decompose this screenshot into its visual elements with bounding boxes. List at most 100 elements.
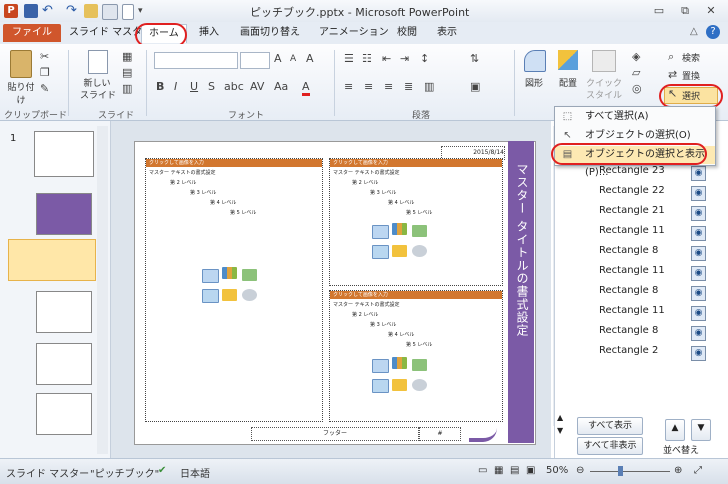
visibility-eye-icon[interactable]: ◉ [691,286,706,301]
text-direction-icon[interactable]: ⇅ [470,52,479,65]
media-icon[interactable] [242,289,257,301]
shape-effects-icon[interactable]: ◎ [632,82,642,95]
minimize-button[interactable]: ▭ [648,3,670,19]
zoom-slider-thumb[interactable] [618,466,623,476]
content-placeholder-right-top[interactable]: クリックして画像を入力 マスター テキストの書式設定 第 2 レベル 第 3 レ… [329,158,503,286]
print-preview-icon[interactable] [102,4,118,20]
slide-sorter-icon[interactable]: ▦ [494,465,503,476]
menu-item-select-all[interactable]: ⬚ すべて選択(A) [555,108,715,126]
cut-icon[interactable]: ✂ [40,50,49,63]
thumbnail-layout-3[interactable] [36,291,92,333]
clipart-icon[interactable] [392,379,407,391]
undo-icon[interactable]: ↶ [42,4,56,18]
quick-styles-button-line2[interactable]: スタイル [586,88,622,101]
chart-icon[interactable] [222,267,237,279]
font-color-icon[interactable]: A [302,80,310,96]
paste-button[interactable]: 貼り付け [4,80,38,106]
thumbnail-scrollbar[interactable] [97,126,108,454]
smartart-insert-icon[interactable] [242,269,257,281]
replace-button[interactable]: 置換 [682,69,712,82]
move-down-button[interactable]: ▼ [691,419,711,441]
picture-icon[interactable] [372,245,389,259]
bold-icon[interactable]: B [156,80,164,93]
thumbnail-master[interactable] [34,131,94,177]
layout-icon[interactable]: ▦ [122,50,132,63]
chart-icon[interactable] [392,223,407,235]
slide-number-placeholder[interactable]: # [419,427,461,441]
underline-icon[interactable]: U [190,80,198,93]
line-spacing-icon[interactable]: ↕ [420,52,429,65]
shadow-icon[interactable]: abc [224,80,244,93]
font-size-combo[interactable] [240,52,270,69]
move-up-button[interactable]: ▲ [665,419,685,441]
tab-animations[interactable]: アニメーション [312,24,396,42]
close-button[interactable]: ✕ [700,3,722,19]
pane-scroll-up-icon[interactable]: ▲ [557,413,563,422]
increase-indent-icon[interactable]: ⇥ [400,52,409,65]
shapes-button[interactable]: 図形 [518,76,550,89]
restore-button[interactable]: ⧉ [674,3,696,19]
picture-icon[interactable] [202,289,219,303]
content-placeholder-left[interactable]: クリックして画像を入力 マスター テキストの書式設定 第 2 レベル 第 3 レ… [145,158,323,422]
content-placeholder-right-bottom[interactable]: クリックして画像を入力 マスター テキストの書式設定 第 2 レベル 第 3 レ… [329,290,503,422]
open-folder-icon[interactable] [84,4,98,18]
thumbnail-layout-4[interactable] [36,343,92,385]
shape-fill-icon[interactable]: ◈ [632,50,640,63]
shrink-font-icon[interactable]: A [290,54,296,64]
justify-icon[interactable]: ≣ [404,80,413,93]
visibility-eye-icon[interactable]: ◉ [691,306,706,321]
new-slide-button-line2[interactable]: スライド [78,88,118,101]
hide-all-button[interactable]: すべて非表示 [577,437,643,455]
strikethrough-icon[interactable]: S [208,80,215,93]
replace-icon[interactable]: ⇄ [668,68,677,81]
numbering-icon[interactable]: ☷ [362,52,372,65]
new-file-icon[interactable] [122,4,134,20]
media-icon[interactable] [412,379,427,391]
thumbnail-layout-2[interactable] [8,239,96,281]
status-language[interactable]: 日本語 [180,465,210,480]
font-name-combo[interactable] [154,52,238,69]
shapes-icon[interactable] [524,50,546,72]
thumbnail-layout-5[interactable] [36,393,92,435]
visibility-eye-icon[interactable]: ◉ [691,246,706,261]
decrease-indent-icon[interactable]: ⇤ [382,52,391,65]
align-right-icon[interactable]: ≡ [384,80,393,93]
arrange-button[interactable]: 配置 [552,76,584,89]
visibility-eye-icon[interactable]: ◉ [691,186,706,201]
tab-file[interactable]: ファイル [3,24,61,42]
visibility-eye-icon[interactable]: ◉ [691,266,706,281]
new-slide-icon[interactable] [88,50,108,74]
arrange-icon[interactable] [558,50,578,70]
tab-insert[interactable]: 挿入 [192,24,226,42]
visibility-eye-icon[interactable]: ◉ [691,346,706,361]
smartart-insert-icon[interactable] [412,359,427,371]
zoom-in-icon[interactable]: ⊕ [674,465,682,476]
section-icon[interactable]: ▥ [122,82,132,95]
align-center-icon[interactable]: ≡ [364,80,373,93]
zoom-out-icon[interactable]: ⊖ [576,465,584,476]
reset-icon[interactable]: ▤ [122,66,132,79]
minimize-ribbon-icon[interactable]: △ [690,26,698,37]
bullets-icon[interactable]: ☰ [344,52,354,65]
italic-icon[interactable]: I [174,80,177,93]
smartart-icon[interactable]: ▣ [470,80,480,93]
slideshow-icon[interactable]: ▣ [526,465,535,476]
smartart-insert-icon[interactable] [412,225,427,237]
redo-icon[interactable]: ↷ [66,4,80,18]
picture-icon[interactable] [372,379,389,393]
spacing-icon[interactable]: AV [250,80,264,93]
grow-font-icon[interactable]: A [274,52,282,65]
pane-scroll-down-icon[interactable]: ▼ [557,426,563,435]
fit-to-window-icon[interactable]: ⤢ [694,465,702,476]
zoom-level[interactable]: 50% [546,465,568,476]
title-placeholder-vertical[interactable]: マスター タイトルの書式設定 [508,141,534,443]
tab-review[interactable]: 校閲 [390,24,424,42]
footer-placeholder[interactable]: フッター [251,427,419,441]
align-left-icon[interactable]: ≡ [344,80,353,93]
table-icon[interactable] [372,225,389,239]
paste-icon[interactable] [10,50,32,78]
help-icon[interactable]: ? [706,25,720,39]
save-icon[interactable] [24,4,38,18]
copy-icon[interactable]: ❐ [40,66,50,79]
slide-master-page[interactable]: 2015/8/14 クリックして画像を入力 マスター テキストの書式設定 第 2… [134,141,536,445]
